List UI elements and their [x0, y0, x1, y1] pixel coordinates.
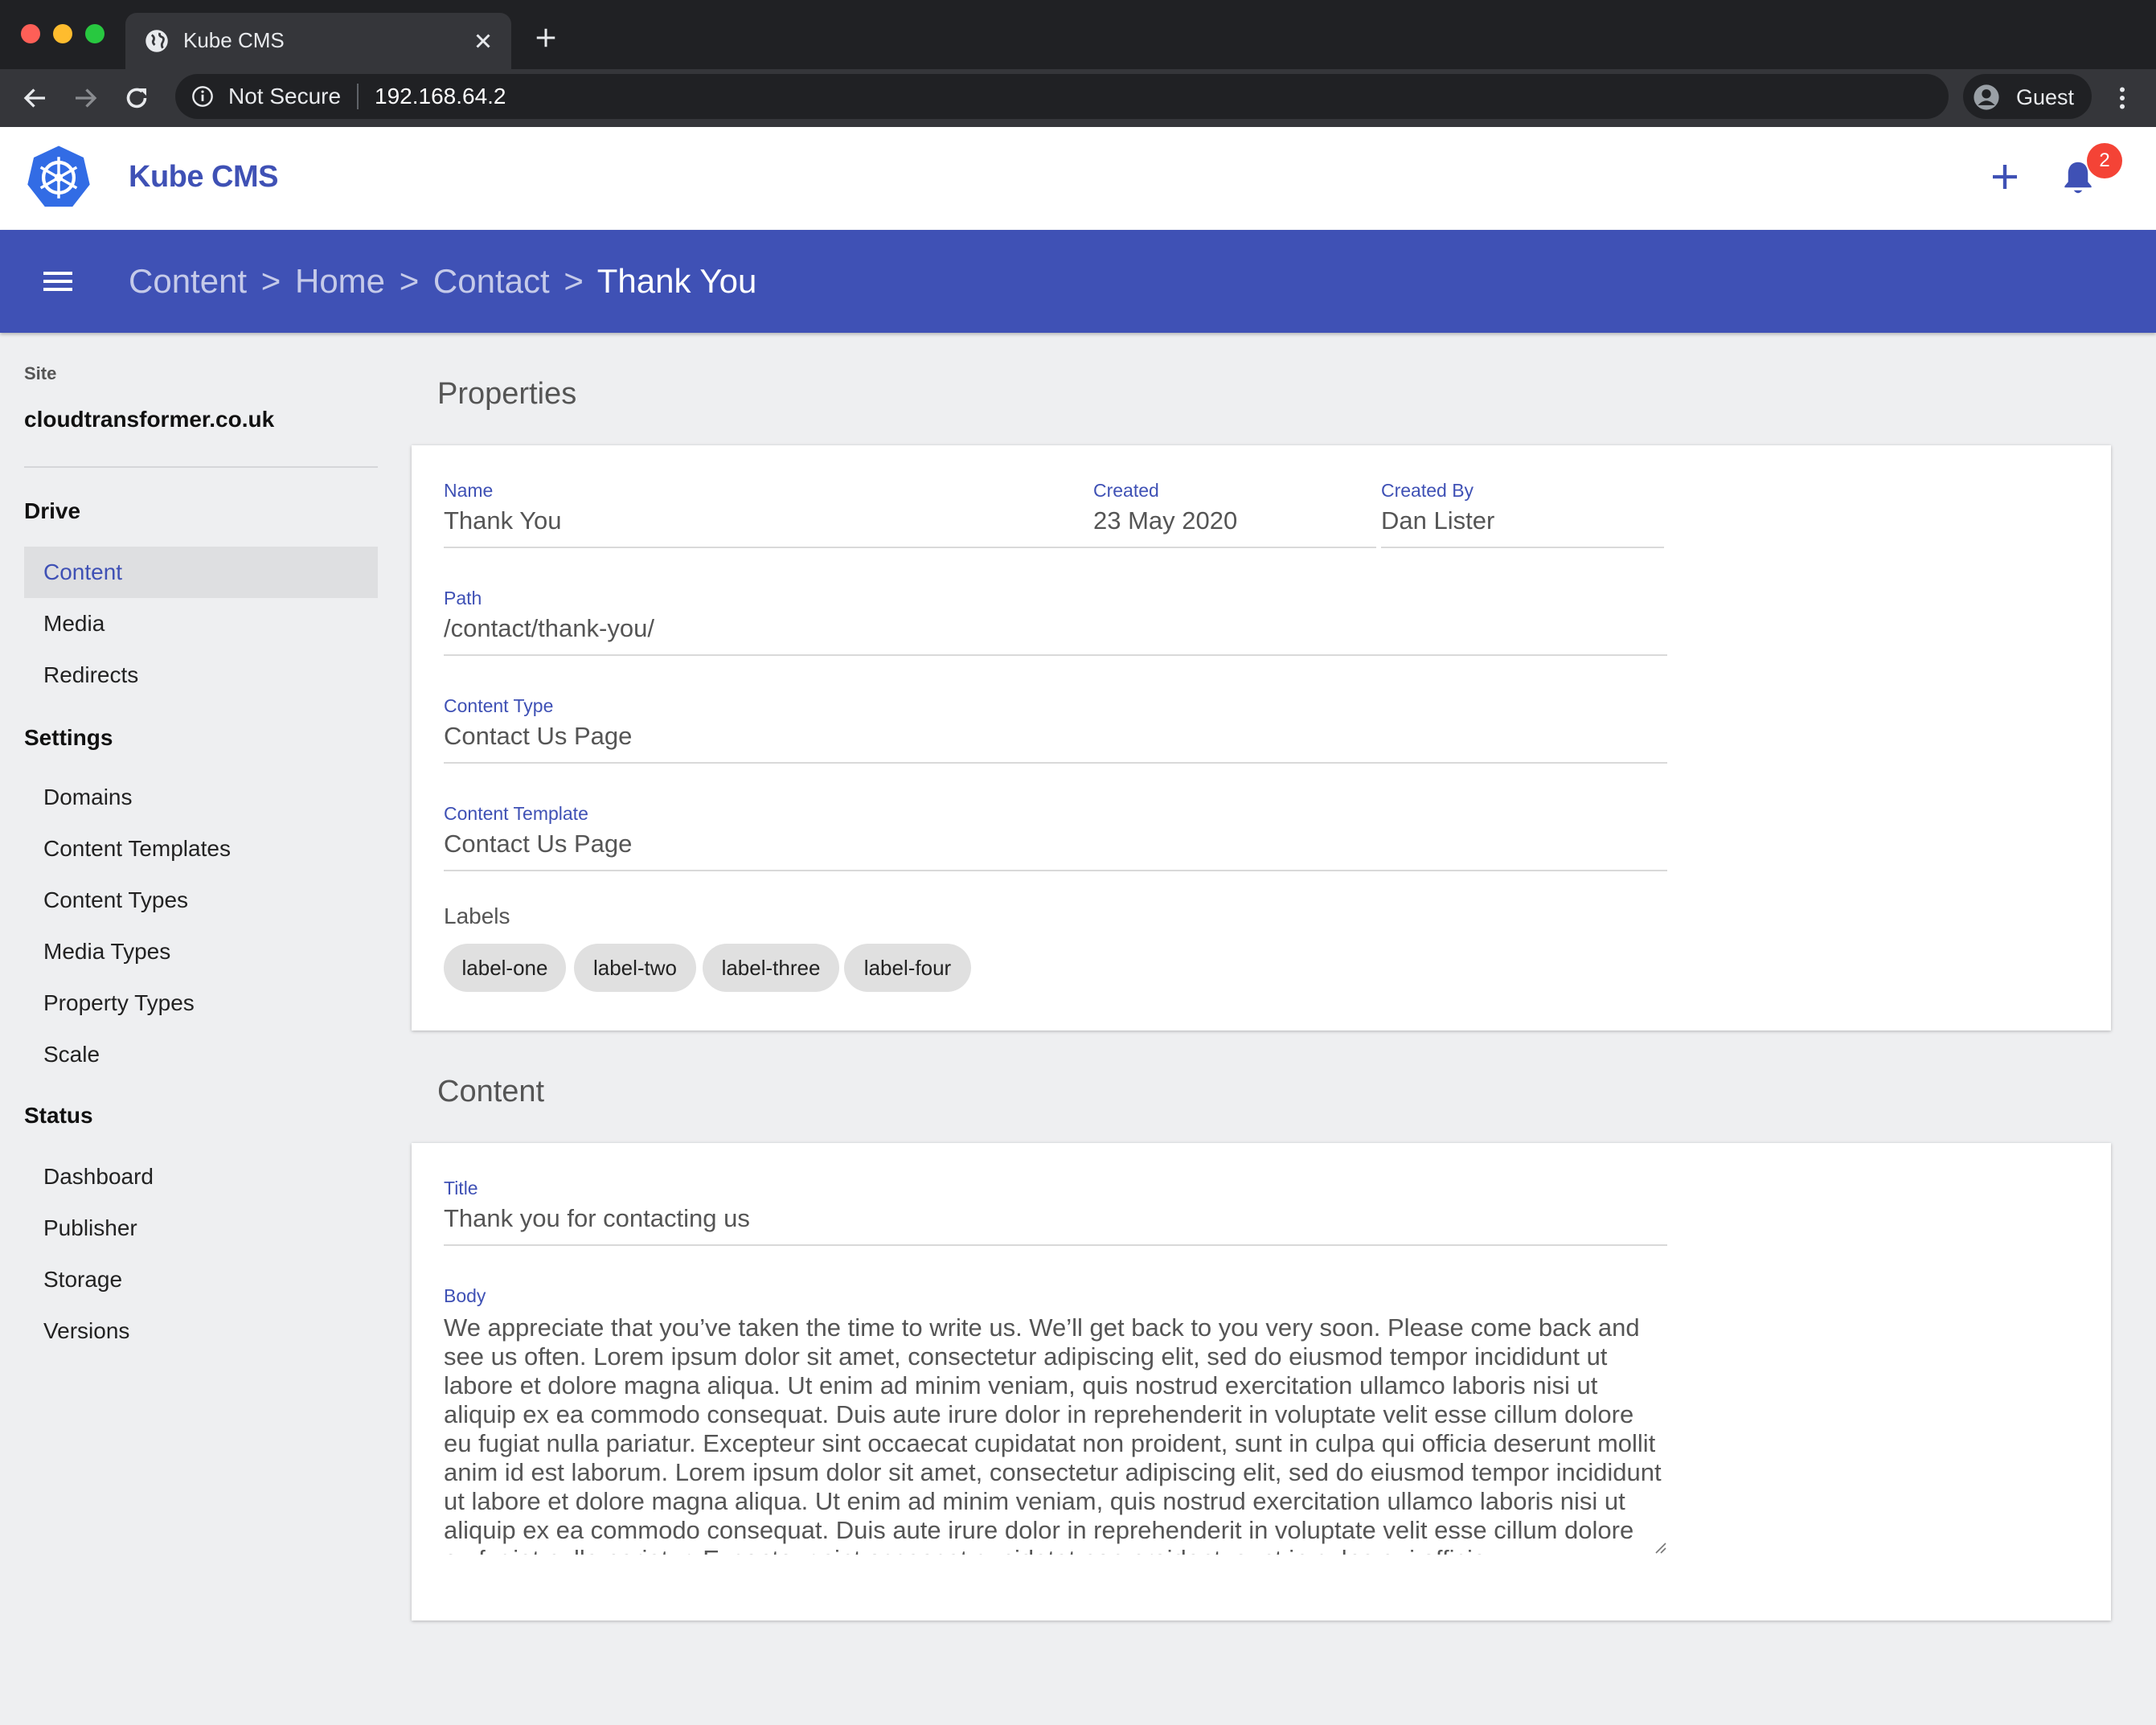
- profile-name: Guest: [2016, 85, 2075, 109]
- notification-badge[interactable]: 2: [2087, 143, 2122, 178]
- name-label: Name: [444, 480, 494, 501]
- body-label-wrap: Body: [444, 1285, 1667, 1306]
- created-by-field[interactable]: Created By Dan Lister: [1381, 479, 1664, 548]
- back-arrow-icon[interactable]: [21, 84, 50, 113]
- created-field[interactable]: Created 23 May 2020: [1093, 479, 1376, 548]
- properties-heading: Properties: [437, 377, 577, 411]
- browser-tab[interactable]: Kube CMS: [125, 13, 511, 69]
- created-by-label: Created By: [1381, 480, 1474, 501]
- breadcrumb-item-contact[interactable]: Contact: [433, 262, 550, 300]
- sidebar-item-domains[interactable]: Domains: [24, 772, 378, 823]
- path-value[interactable]: /contact/thank-you/: [444, 613, 1667, 645]
- sidebar-item-content-types[interactable]: Content Types: [24, 875, 378, 926]
- sidebar-item-versions[interactable]: Versions: [24, 1305, 378, 1357]
- content-card: Title Thank you for contacting us Body W…: [412, 1143, 2111, 1621]
- reload-icon[interactable]: [122, 84, 151, 113]
- site-name[interactable]: cloudtransformer.co.uk: [24, 407, 274, 432]
- breadcrumb-separator: >: [260, 262, 281, 300]
- sidebar-item-scale[interactable]: Scale: [24, 1029, 378, 1080]
- breadcrumb-separator: >: [564, 262, 584, 300]
- hamburger-menu-icon[interactable]: [42, 268, 74, 294]
- browser-chrome: Kube CMS Not Secure 192.168.64.2 Guest: [0, 0, 2156, 127]
- sidebar-section-drive: Drive: [24, 498, 81, 523]
- label-chip[interactable]: label-four: [844, 944, 971, 992]
- body-textarea[interactable]: We appreciate that you’ve taken the time…: [444, 1313, 1667, 1555]
- labels-heading: Labels: [444, 903, 510, 928]
- name-field[interactable]: Name Thank You: [444, 479, 1095, 548]
- sidebar-section-settings: Settings: [24, 725, 113, 750]
- field-underline: [444, 547, 1095, 548]
- sidebar-item-property-types[interactable]: Property Types: [24, 977, 378, 1029]
- field-underline: [444, 870, 1667, 871]
- sidebar-item-redirects[interactable]: Redirects: [24, 649, 378, 701]
- sidebar-divider: [24, 466, 378, 468]
- tab-title: Kube CMS: [183, 28, 285, 52]
- browser-toolbar: Not Secure 192.168.64.2 Guest: [0, 69, 2156, 127]
- breadcrumb-separator: >: [399, 262, 420, 300]
- maximize-window-button[interactable]: [85, 24, 105, 43]
- tab-strip: Kube CMS: [0, 0, 2156, 69]
- close-window-button[interactable]: [21, 24, 40, 43]
- content-template-value[interactable]: Contact Us Page: [444, 828, 1667, 860]
- breadcrumb-item-content[interactable]: Content: [129, 262, 247, 300]
- forward-arrow-icon[interactable]: [71, 84, 100, 113]
- field-underline: [1381, 547, 1664, 548]
- content-type-label: Content Type: [444, 695, 554, 716]
- sidebar-item-media-types[interactable]: Media Types: [24, 926, 378, 977]
- content-heading: Content: [437, 1075, 545, 1108]
- browser-menu-icon[interactable]: [2108, 84, 2137, 113]
- path-label: Path: [444, 588, 482, 608]
- breadcrumb: Content > Home > Contact > Thank You: [129, 262, 756, 301]
- sidebar-item-storage[interactable]: Storage: [24, 1254, 378, 1305]
- security-label: Not Secure: [228, 84, 342, 109]
- sidebar-item-dashboard[interactable]: Dashboard: [24, 1151, 378, 1203]
- new-tab-icon[interactable]: [534, 26, 558, 50]
- site-label: Site: [24, 363, 57, 383]
- address-separator: [357, 84, 359, 109]
- add-icon[interactable]: [1989, 161, 2021, 193]
- app-header: Kube CMS 2: [0, 127, 2156, 230]
- profile-avatar-icon: [1974, 84, 1999, 110]
- created-by-value[interactable]: Dan Lister: [1381, 505, 1664, 537]
- content-type-field[interactable]: Content Type Contact Us Page: [444, 695, 1667, 764]
- body-label: Body: [444, 1285, 486, 1306]
- label-chip[interactable]: label-one: [444, 944, 566, 992]
- path-field[interactable]: Path /contact/thank-you/: [444, 587, 1667, 656]
- title-label: Title: [444, 1178, 478, 1198]
- resize-handle-icon[interactable]: [1653, 1540, 1667, 1555]
- name-value[interactable]: Thank You: [444, 505, 1095, 537]
- sidebar-item-publisher[interactable]: Publisher: [24, 1203, 378, 1254]
- title-value[interactable]: Thank you for contacting us: [444, 1203, 1667, 1235]
- field-underline: [1093, 547, 1376, 548]
- content-template-field[interactable]: Content Template Contact Us Page: [444, 802, 1667, 871]
- created-value[interactable]: 23 May 2020: [1093, 505, 1376, 537]
- breadcrumb-bar: Content > Home > Contact > Thank You: [0, 230, 2156, 333]
- globe-icon: [146, 30, 168, 52]
- title-field[interactable]: Title Thank you for contacting us: [444, 1177, 1667, 1246]
- created-label: Created: [1093, 480, 1159, 501]
- content-type-value[interactable]: Contact Us Page: [444, 720, 1667, 752]
- field-underline: [444, 762, 1667, 764]
- sidebar-item-content-templates[interactable]: Content Templates: [24, 823, 378, 875]
- kubernetes-logo-icon[interactable]: [24, 143, 93, 212]
- sidebar-section-status: Status: [24, 1103, 93, 1128]
- properties-card: Name Thank You Created 23 May 2020 Creat…: [412, 445, 2111, 1030]
- field-underline: [444, 654, 1667, 656]
- label-chip[interactable]: label-two: [574, 944, 696, 992]
- info-icon[interactable]: [191, 85, 214, 108]
- sidebar-item-content[interactable]: Content: [24, 547, 378, 598]
- label-chip[interactable]: label-three: [703, 944, 839, 992]
- content-template-label: Content Template: [444, 803, 588, 824]
- app-title[interactable]: Kube CMS: [129, 159, 279, 195]
- url-text[interactable]: 192.168.64.2: [375, 84, 506, 109]
- address-bar[interactable]: Not Secure 192.168.64.2: [175, 74, 1949, 119]
- field-underline: [444, 1244, 1667, 1246]
- sidebar: Site cloudtransformer.co.uk Drive Conten…: [0, 333, 402, 1725]
- profile-button[interactable]: Guest: [1963, 74, 2092, 119]
- minimize-window-button[interactable]: [53, 24, 72, 43]
- sidebar-item-media[interactable]: Media: [24, 598, 378, 649]
- breadcrumb-item-home[interactable]: Home: [295, 262, 385, 300]
- breadcrumb-current: Thank You: [596, 262, 757, 300]
- close-tab-icon[interactable]: [471, 29, 495, 53]
